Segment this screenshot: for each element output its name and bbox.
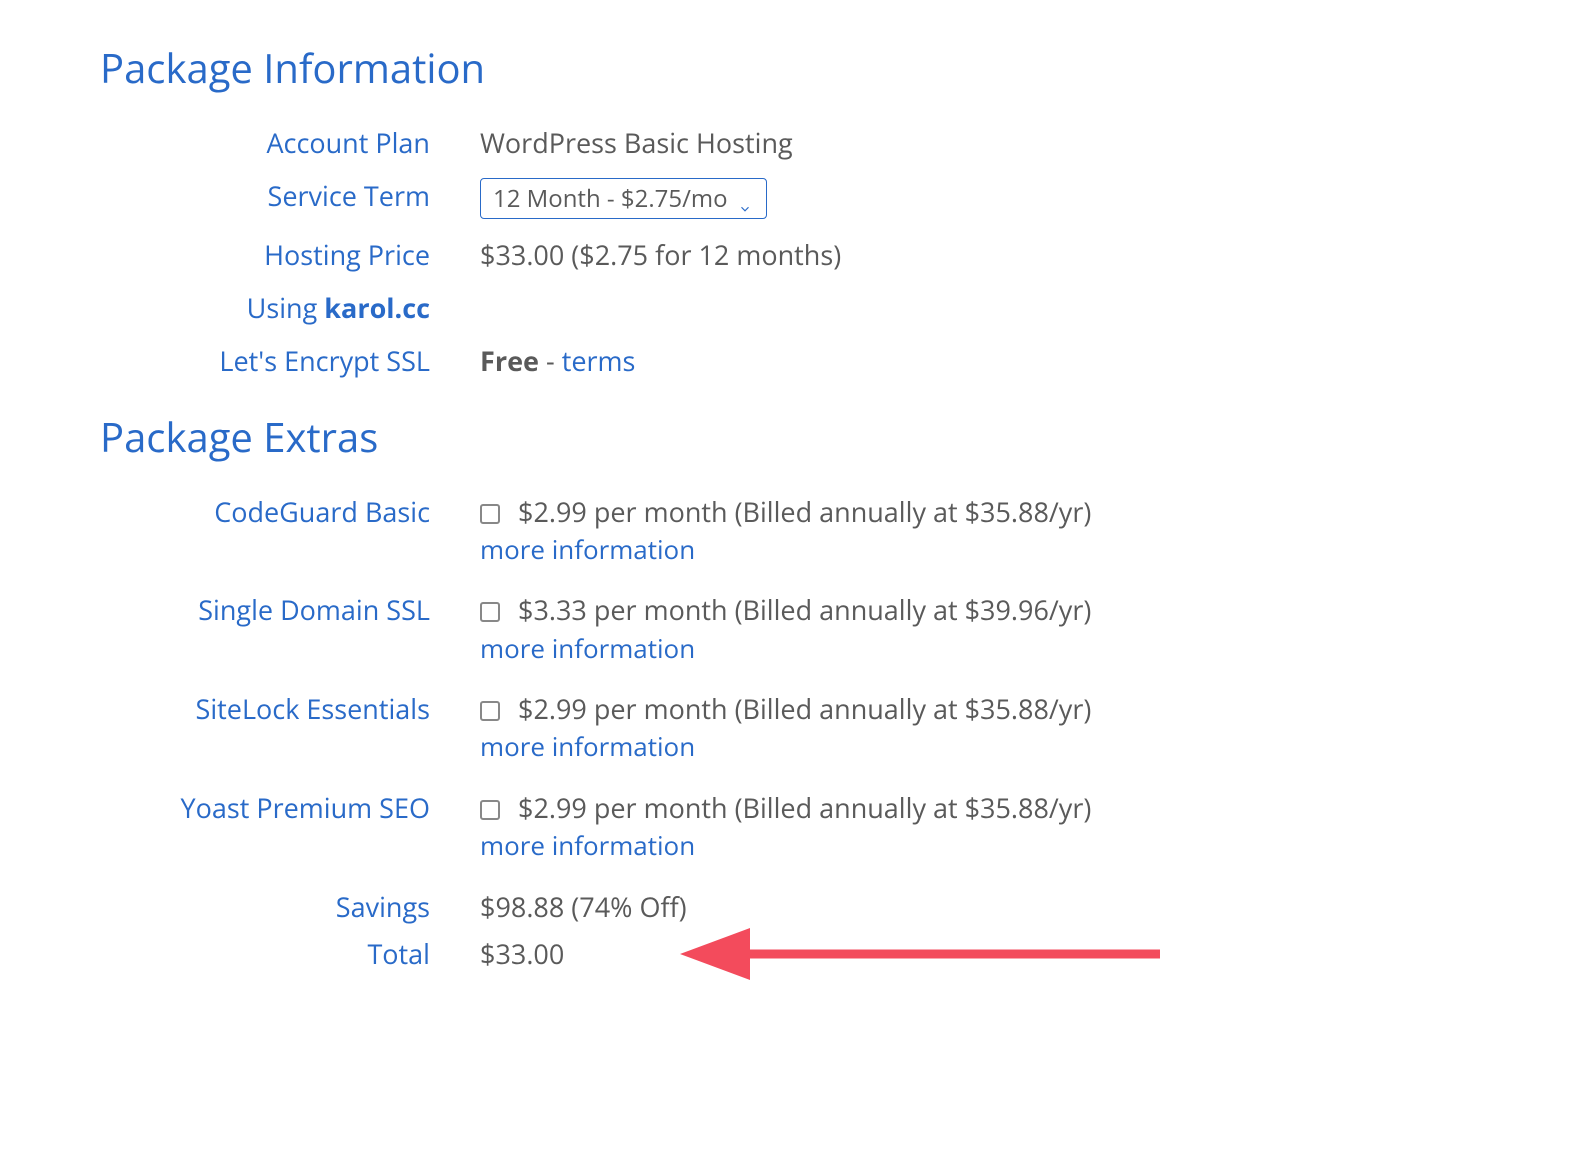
extra-label-sitelock: SiteLock Essentials — [40, 691, 480, 726]
account-plan-value: WordPress Basic Hosting — [480, 125, 1554, 160]
section-title-info: Package Information — [100, 40, 1554, 95]
extra-label-ssl: Single Domain SSL — [40, 592, 480, 627]
hosting-price-label: Hosting Price — [40, 237, 480, 272]
extra-moreinfo-yoast[interactable]: more information — [480, 829, 695, 863]
extra-moreinfo-sitelock[interactable]: more information — [480, 730, 695, 764]
extra-label-yoast: Yoast Premium SEO — [40, 790, 480, 825]
ssl-terms-link[interactable]: terms — [562, 342, 636, 379]
using-domain: karol.cc — [324, 289, 430, 326]
extra-price-yoast: $2.99 per month (Billed annually at $35.… — [518, 789, 1091, 826]
extra-label-codeguard: CodeGuard Basic — [40, 494, 480, 529]
total-label: Total — [40, 936, 480, 971]
extra-checkbox-ssl[interactable] — [480, 602, 500, 622]
extra-price-sitelock: $2.99 per month (Billed annually at $35.… — [518, 690, 1091, 727]
extra-checkbox-codeguard[interactable] — [480, 504, 500, 524]
extra-moreinfo-codeguard[interactable]: more information — [480, 533, 695, 567]
service-term-selected: 12 Month - $2.75/mo — [493, 183, 728, 214]
savings-value: $98.88 (74% Off) — [480, 889, 1554, 924]
ssl-sep: - — [539, 342, 562, 379]
hosting-price-value: $33.00 ($2.75 for 12 months) — [480, 237, 1554, 272]
extra-moreinfo-ssl[interactable]: more information — [480, 632, 695, 666]
using-domain-label: Using karol.cc — [40, 290, 480, 325]
extra-price-ssl: $3.33 per month (Billed annually at $39.… — [518, 591, 1091, 628]
extra-checkbox-yoast[interactable] — [480, 800, 500, 820]
ssl-free: Free — [480, 342, 539, 379]
extra-price-codeguard: $2.99 per month (Billed annually at $35.… — [518, 493, 1091, 530]
extra-checkbox-sitelock[interactable] — [480, 701, 500, 721]
section-title-extras: Package Extras — [100, 409, 1554, 464]
account-plan-label: Account Plan — [40, 125, 480, 160]
service-term-label: Service Term — [40, 178, 480, 213]
chevron-down-icon — [738, 192, 752, 206]
savings-label: Savings — [40, 889, 480, 924]
arrow-icon — [680, 924, 1160, 984]
service-term-select[interactable]: 12 Month - $2.75/mo — [480, 178, 767, 219]
using-prefix: Using — [247, 289, 325, 326]
ssl-value: Free - terms — [480, 343, 1554, 378]
ssl-label: Let's Encrypt SSL — [40, 343, 480, 378]
